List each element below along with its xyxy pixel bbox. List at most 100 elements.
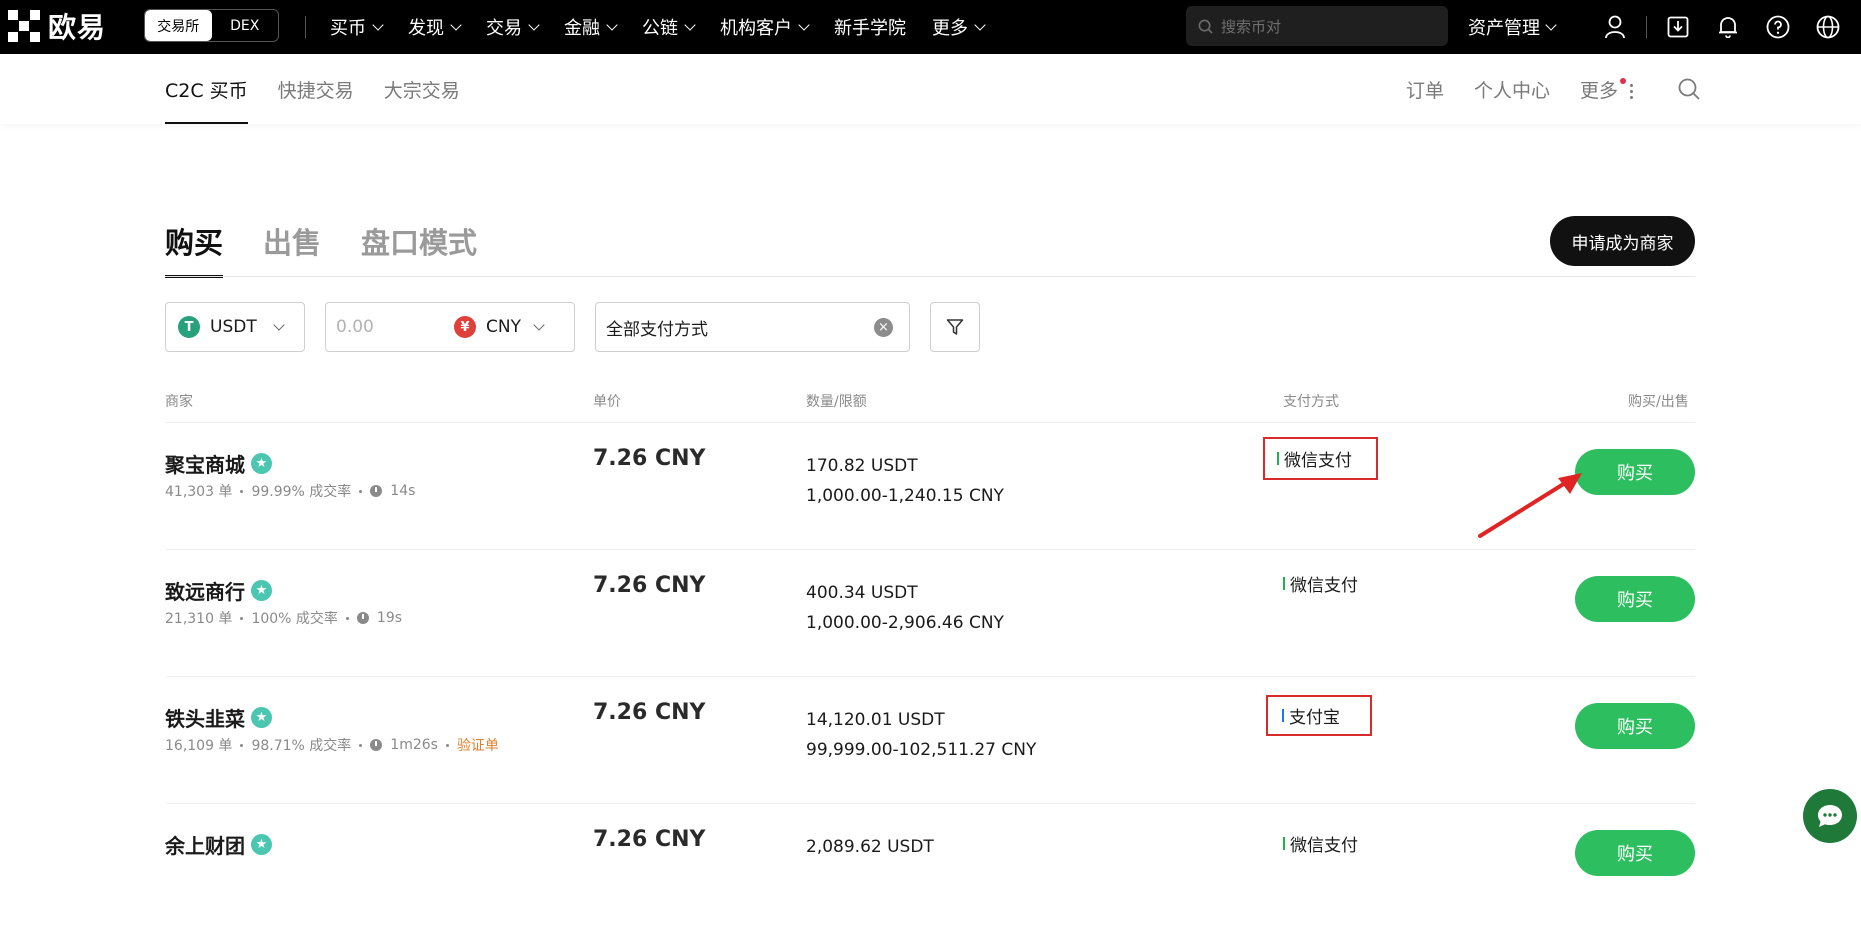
support-chat-button[interactable] (1803, 789, 1857, 843)
orders-link[interactable]: 订单 (1406, 76, 1444, 103)
header-price: 单价 (593, 394, 621, 410)
order-limit: 99,999.00-102,511.27 CNY (806, 740, 1037, 760)
clear-icon[interactable]: × (874, 317, 893, 337)
top-navigation-bar: 欧易 交易所 DEX 买币 发现 交易 金融 公链 机构客户 新手学院 更多 搜… (0, 0, 1861, 54)
tab-divider (165, 276, 1695, 277)
header-quantity: 数量/限额 (806, 394, 867, 410)
tab-buy[interactable]: 购买 (165, 220, 224, 278)
coin-select[interactable]: T USDT (165, 302, 305, 352)
buy-button[interactable]: 购买 (1575, 830, 1695, 876)
chevron-down-icon (528, 18, 540, 31)
payment-method: 微信支付 (1283, 828, 1358, 858)
verified-star-icon: ★ (251, 580, 272, 601)
more-menu[interactable]: 更多 (1580, 76, 1633, 103)
bell-icon[interactable] (1703, 16, 1753, 38)
nav-buy-crypto[interactable]: 买币 (330, 14, 384, 40)
buy-button[interactable]: 购买 (1575, 576, 1695, 622)
chevron-down-icon (372, 18, 384, 31)
merchant-name[interactable]: 聚宝商城 ★ (165, 449, 272, 478)
pair-search-input[interactable]: 搜索币对 (1186, 6, 1448, 46)
merchant-name[interactable]: 铁头韭菜 ★ (165, 703, 272, 732)
sub-nav-links: 订单 个人中心 更多 (1406, 54, 1701, 124)
clock-icon (370, 739, 383, 751)
payment-select-value: 全部支付方式 (606, 319, 708, 340)
chat-icon (1818, 805, 1842, 827)
cny-currency-icon: ¥ (454, 316, 476, 338)
merchant-name[interactable]: 致远商行 ★ (165, 576, 272, 605)
header-action: 购买/出售 (1628, 394, 1689, 410)
tab-orderbook-mode[interactable]: 盘口模式 (361, 220, 477, 276)
available-quantity: 170.82 USDT (806, 456, 918, 476)
wechat-pay-marker (1283, 836, 1285, 850)
divider (1646, 16, 1647, 38)
usdt-coin-icon: T (178, 316, 200, 338)
wechat-pay-marker (1277, 452, 1279, 465)
c2c-tabs: C2C 买币 快捷交易 大宗交易 (165, 54, 490, 124)
c2c-sub-navigation: C2C 买币 快捷交易 大宗交易 订单 个人中心 更多 (0, 54, 1861, 124)
tab-c2c-buy[interactable]: C2C 买币 (165, 54, 248, 124)
unit-price: 7.26 CNY (593, 827, 706, 852)
profile-center-link[interactable]: 个人中心 (1474, 76, 1550, 103)
nav-discover[interactable]: 发现 (408, 14, 462, 40)
apply-merchant-button[interactable]: 申请成为商家 (1550, 216, 1695, 266)
coin-select-value: USDT (210, 317, 257, 337)
payment-method-select[interactable]: 全部支付方式 × (595, 302, 910, 352)
nav-institutional[interactable]: 机构客户 (720, 14, 810, 40)
header-payment: 支付方式 (1283, 394, 1339, 410)
more-label: 更多 (1579, 79, 1618, 102)
verified-star-icon: ★ (251, 453, 272, 474)
unit-price: 7.26 CNY (593, 446, 706, 471)
search-icon[interactable] (1677, 77, 1701, 101)
completion-rate: 98.71% 成交率 (251, 738, 352, 754)
mode-dex[interactable]: DEX (212, 10, 279, 41)
buy-button[interactable]: 购买 (1575, 703, 1695, 749)
merchant-stats: 16,109 单 98.71% 成交率 1m26s 验证单 (165, 735, 499, 755)
available-quantity: 2,089.62 USDT (806, 837, 934, 857)
divider (305, 16, 306, 38)
globe-icon[interactable] (1803, 15, 1853, 39)
table-row: 致远商行 ★ 21,310 单 100% 成交率 19s 7.26 CNY 400… (165, 549, 1695, 676)
amount-input[interactable]: 0.00 (336, 317, 454, 337)
help-icon[interactable] (1753, 15, 1803, 39)
user-icon[interactable] (1590, 15, 1640, 39)
tab-express[interactable]: 快捷交易 (278, 54, 354, 124)
chevron-down-icon[interactable] (533, 318, 545, 331)
merchant-stats: 21,310 单 100% 成交率 19s (165, 608, 402, 628)
payment-method: 微信支付 (1283, 568, 1358, 598)
nav-finance[interactable]: 金融 (564, 14, 618, 40)
search-icon (1198, 19, 1213, 34)
order-limit: 1,000.00-1,240.15 CNY (806, 486, 1004, 506)
fiat-select-value[interactable]: CNY (486, 317, 521, 337)
search-placeholder: 搜索币对 (1221, 17, 1282, 36)
kebab-icon (1630, 83, 1633, 99)
nav-academy[interactable]: 新手学院 (834, 14, 906, 40)
filter-button[interactable] (930, 302, 980, 352)
chevron-down-icon (684, 18, 696, 31)
quantity-limits: 14,120.01 USDT 99,999.00-102,511.27 CNY (806, 705, 1036, 765)
download-icon[interactable] (1653, 16, 1703, 38)
header-merchant: 商家 (165, 394, 193, 410)
available-quantity: 14,120.01 USDT (806, 710, 945, 730)
chevron-down-icon (450, 18, 462, 31)
table-row: 余上财团 ★ 7.26 CNY 2,089.62 USDT 微信支付 购买 (165, 803, 1695, 930)
chevron-down-icon (1545, 18, 1557, 31)
tab-block-trade[interactable]: 大宗交易 (384, 54, 460, 124)
nav-more[interactable]: 更多 (932, 14, 986, 40)
available-quantity: 400.34 USDT (806, 583, 918, 603)
nav-chain[interactable]: 公链 (642, 14, 696, 40)
chevron-down-icon (798, 18, 810, 31)
tab-sell[interactable]: 出售 (263, 220, 321, 276)
clock-icon (356, 612, 369, 624)
verification-badge: 验证单 (456, 738, 499, 754)
unit-price: 7.26 CNY (593, 700, 706, 725)
mode-exchange[interactable]: 交易所 (145, 10, 212, 41)
table-row: 聚宝商城 ★ 41,303 单 99.99% 成交率 14s 7.26 CNY 1… (165, 422, 1695, 549)
buy-button[interactable]: 购买 (1575, 449, 1695, 495)
quantity-limits: 400.34 USDT 1,000.00-2,906.46 CNY (806, 578, 1004, 638)
merchant-name[interactable]: 余上财团 ★ (165, 830, 272, 859)
wechat-pay-marker (1283, 576, 1285, 590)
nav-trade[interactable]: 交易 (486, 14, 540, 40)
asset-management-menu[interactable]: 资产管理 (1468, 0, 1557, 54)
okx-logo[interactable]: 欧易 (8, 9, 106, 44)
unit-price: 7.26 CNY (593, 573, 706, 598)
